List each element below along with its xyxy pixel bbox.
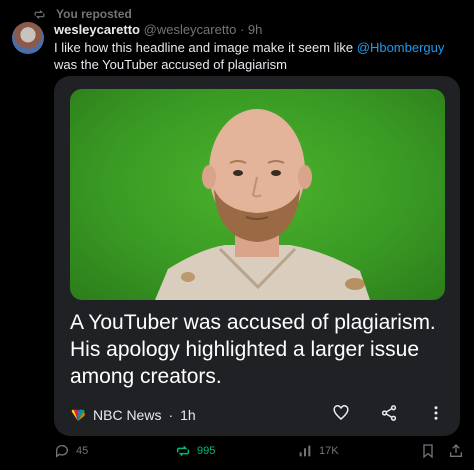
repost-active-icon [176,445,190,457]
tweet-actions: 45 995 17K [54,443,464,463]
reply-button[interactable]: 45 [54,443,88,459]
source-age: 1h [180,407,196,423]
card-share-button[interactable] [380,404,398,422]
avatar[interactable] [12,22,44,54]
card-image [70,89,445,300]
person-photo-illustration [155,109,370,300]
like-icon [333,405,349,420]
card-more-button[interactable] [427,404,445,422]
card-headline[interactable]: A YouTuber was accused of plagiarism. Hi… [70,309,450,390]
bookmark-button[interactable] [420,443,436,459]
mention-link[interactable]: @Hbomberguy [357,40,445,55]
bookmark-icon [423,444,433,459]
tweet-header: wesleycaretto @wesleycaretto · 9h [54,22,262,38]
views-count: 17K [319,445,339,457]
header-separator: · [239,22,245,37]
views-button[interactable]: 17K [297,443,339,459]
views-icon [299,445,311,457]
tweet-time[interactable]: 9h [248,22,262,37]
card-source: NBC News · 1h [70,406,196,424]
source-name[interactable]: NBC News [93,407,161,423]
upload-icon [450,444,462,457]
reply-icon [55,445,68,458]
repost-label: You reposted [56,7,132,21]
tweet-text-end: was the YouTuber accused of plagiarism [54,57,287,72]
nbc-peacock-icon [71,409,85,421]
share-icon [381,405,397,421]
tweet-text: I like how this headline and image make … [54,39,464,73]
repost-button[interactable]: 995 [175,443,215,459]
share-tweet-button[interactable] [448,443,464,459]
author-handle[interactable]: @wesleycaretto [144,22,237,37]
source-separator: · [168,407,174,423]
tweet-text-start: I like how this headline and image make … [54,40,357,55]
card-like-button[interactable] [332,404,350,422]
author-name[interactable]: wesleycaretto [54,22,140,37]
repost-indicator: You reposted [33,6,132,22]
reply-count: 45 [76,445,89,457]
news-card[interactable]: A YouTuber was accused of plagiarism. Hi… [54,76,460,436]
repost-count: 995 [197,445,216,457]
more-icon [434,406,438,420]
repost-icon [34,9,45,19]
